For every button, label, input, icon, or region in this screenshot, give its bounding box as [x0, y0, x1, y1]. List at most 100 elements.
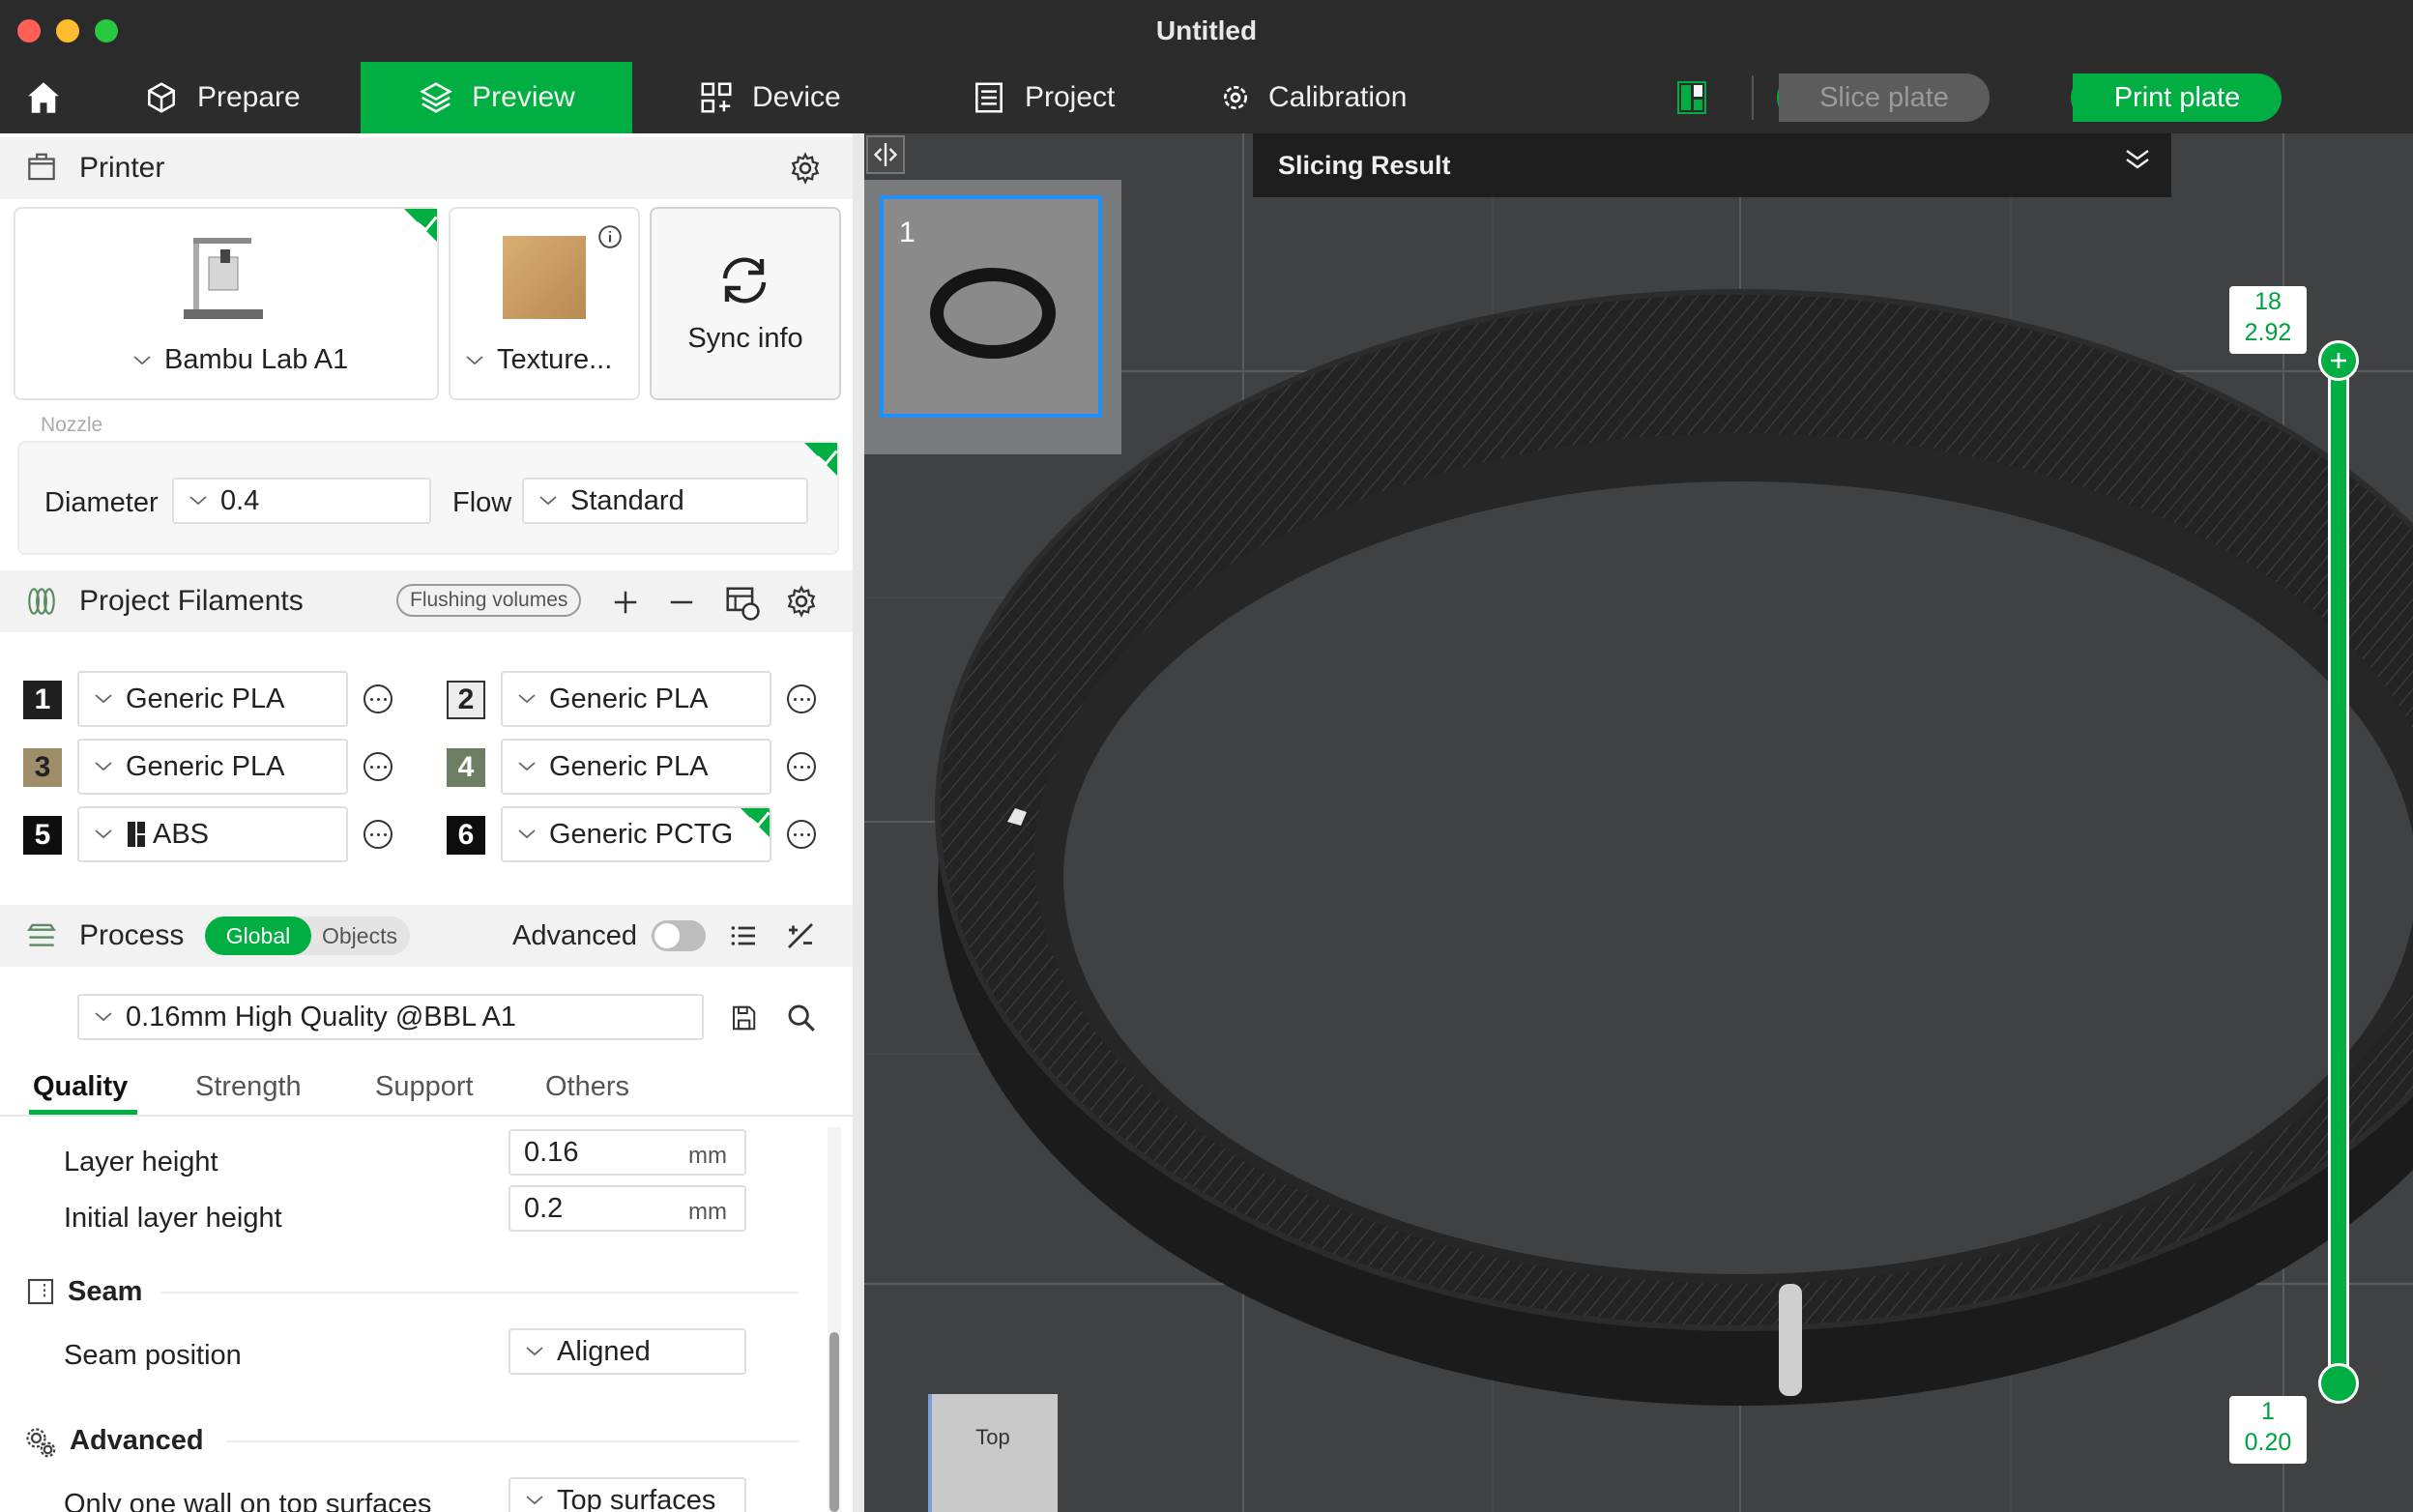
chevron-down-icon [526, 1347, 543, 1356]
home-button[interactable] [19, 62, 68, 133]
home-icon [28, 82, 59, 113]
initial-layer-height-input[interactable]: 0.2 mm [509, 1185, 746, 1232]
filament-select[interactable]: Generic PLA [501, 739, 771, 795]
sync-info-button[interactable]: Sync info [650, 207, 841, 400]
search-icon[interactable] [785, 1002, 818, 1034]
seam-group-title: Seam [68, 1276, 143, 1307]
info-icon[interactable] [597, 224, 623, 249]
list-icon[interactable] [727, 920, 760, 951]
filament-more-button[interactable] [787, 820, 816, 849]
filament-color-swatch[interactable]: 1 [23, 681, 62, 719]
filament-color-swatch[interactable]: 3 [23, 748, 62, 787]
filament-color-swatch[interactable]: 4 [447, 748, 485, 787]
filament-more-button[interactable] [363, 820, 392, 849]
process-section-header: Process Global Objects Advanced [0, 905, 853, 967]
tab-prepare[interactable]: Prepare [143, 62, 317, 133]
chevron-down-icon [95, 1012, 112, 1022]
double-chevron-down-icon[interactable] [2123, 147, 2152, 172]
cube-icon [148, 82, 175, 113]
unit-label: mm [688, 1143, 727, 1169]
filament-select[interactable]: Generic PLA [77, 739, 348, 795]
plate-type-card[interactable]: Texture... [449, 207, 640, 400]
layout-toggle-button[interactable] [1677, 81, 1706, 114]
slice-plate-button[interactable]: Slice plate [1779, 73, 1990, 122]
tab-preview[interactable]: Preview [361, 62, 632, 133]
filament-more-button[interactable] [787, 752, 816, 781]
plate-thumbnail-1[interactable]: 1 [880, 195, 1102, 418]
tab-others[interactable]: Others [545, 1071, 629, 1103]
printer-model-label: Bambu Lab A1 [164, 344, 349, 375]
printer-settings-icon[interactable] [789, 152, 822, 185]
advanced-group-title: Advanced [70, 1425, 204, 1456]
layer-slider[interactable] [2318, 340, 2359, 1404]
switch-knob [654, 923, 680, 948]
3d-viewport[interactable]: 1 Slicing Result 18 2.92 1 0.20 Top [864, 133, 2413, 1512]
filament-select[interactable]: ABS [77, 806, 348, 862]
printer-thumbnail [184, 238, 263, 319]
process-scope-toggle: Global Objects [205, 916, 410, 955]
group-divider [160, 1292, 799, 1294]
print-plate-control: Print plate [2071, 73, 2282, 122]
layout-icon [1677, 81, 1706, 114]
filament-select[interactable]: Generic PLA [501, 671, 771, 727]
filament-color-swatch[interactable]: 5 [23, 816, 62, 855]
filament-more-button[interactable] [363, 684, 392, 713]
printer-model-selector[interactable]: Bambu Lab A1 [118, 344, 348, 376]
plate-thumbnail [503, 236, 586, 319]
title-bar: Untitled [0, 0, 2413, 62]
filament-more-button[interactable] [787, 684, 816, 713]
add-filament-icon[interactable] [611, 588, 640, 617]
filament-select[interactable]: Generic PCTG [501, 806, 771, 862]
group-divider [226, 1440, 799, 1442]
seam-position-select[interactable]: Aligned [509, 1328, 746, 1375]
sync-ams-icon[interactable] [723, 584, 760, 621]
tab-project[interactable]: Project [971, 62, 1135, 133]
bottom-layer-label: 1 0.20 [2229, 1396, 2307, 1464]
calibration-icon [1224, 86, 1247, 109]
flow-label: Flow [452, 487, 512, 518]
flushing-volumes-button[interactable]: Flushing volumes [396, 584, 582, 617]
tab-device[interactable]: Device [698, 62, 853, 133]
panel-splitter[interactable] [853, 133, 864, 1512]
objects-toggle[interactable]: Objects [311, 916, 408, 955]
compare-presets-icon[interactable] [783, 918, 818, 953]
filament-color-swatch[interactable]: 2 [447, 681, 485, 719]
diameter-select[interactable]: 0.4 [172, 478, 431, 524]
remove-filament-icon[interactable] [667, 588, 696, 617]
advanced-switch[interactable] [652, 920, 706, 951]
collapse-sidebar-button[interactable] [866, 135, 905, 174]
window-title: Untitled [1155, 15, 1258, 45]
plate-number: 1 [899, 217, 916, 248]
main-toolbar: Prepare Preview Device Project Calibrati… [0, 62, 2413, 133]
printer-model-card[interactable]: Bambu Lab A1 [14, 207, 439, 400]
process-section-title: Process [79, 919, 185, 951]
filament-settings-icon[interactable] [785, 585, 818, 618]
flow-select[interactable]: Standard [522, 478, 808, 524]
settings-scrollbar[interactable] [828, 1127, 841, 1512]
collapse-icon [873, 143, 898, 166]
layer-height-input[interactable]: 0.16 mm [509, 1129, 746, 1176]
tab-support[interactable]: Support [375, 1071, 474, 1103]
one-wall-top-label: Only one wall on top surfaces [64, 1489, 432, 1512]
one-wall-top-select[interactable]: Top surfaces [509, 1477, 746, 1512]
scrollbar-thumb[interactable] [829, 1332, 839, 1512]
plus-icon [2331, 353, 2346, 368]
view-cube[interactable]: Top [928, 1394, 1058, 1512]
tab-strength[interactable]: Strength [195, 1071, 302, 1103]
filament-color-swatch[interactable]: 6 [447, 816, 485, 855]
save-preset-icon[interactable] [729, 1003, 758, 1032]
process-preset-select[interactable]: 0.16mm High Quality @BBL A1 [77, 994, 704, 1040]
project-icon [975, 82, 1003, 113]
global-toggle[interactable]: Global [205, 916, 311, 955]
bottom-layer-handle[interactable] [2318, 1363, 2359, 1404]
filament-more-button[interactable] [363, 752, 392, 781]
filament-select[interactable]: Generic PLA [77, 671, 348, 727]
top-layer-handle[interactable] [2318, 340, 2359, 381]
chevron-down-icon [518, 829, 536, 839]
tab-quality[interactable]: Quality [33, 1071, 128, 1103]
slicing-result-panel[interactable]: Slicing Result [1253, 133, 2171, 197]
print-plate-button[interactable]: Print plate [2073, 73, 2282, 122]
plate-type-selector[interactable]: Texture... [451, 344, 612, 376]
bottom-layer-number: 1 [2261, 1398, 2275, 1425]
tab-calibration[interactable]: Calibration [1220, 62, 1442, 133]
